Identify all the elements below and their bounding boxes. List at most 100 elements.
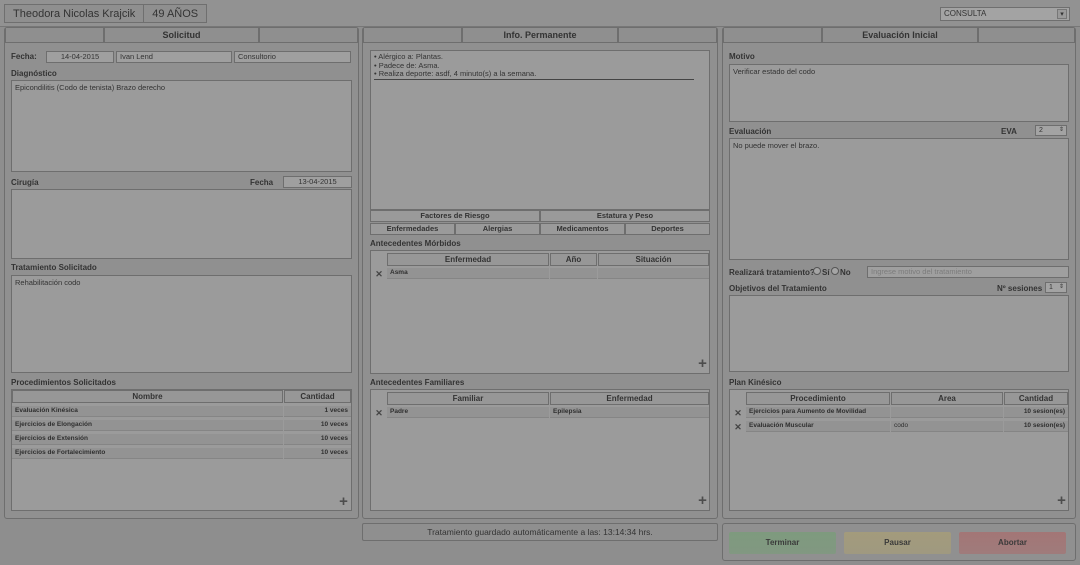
tab-info-permanente[interactable]: Info. Permanente	[462, 28, 618, 43]
evaluacion-label: Evaluación	[729, 127, 772, 136]
tab-solicitud[interactable]: Solicitud	[104, 28, 259, 43]
tab-alergias[interactable]: Alergias	[455, 223, 540, 235]
cirugia-label: Cirugía	[11, 178, 39, 187]
patient-name: Theodora Nicolas Krajcik	[13, 7, 136, 20]
patient-header: Theodora Nicolas Krajcik 49 AÑOS	[4, 4, 208, 23]
evaluacion-textarea[interactable]: No puede mover el brazo.	[729, 138, 1069, 260]
tratamiento-textarea[interactable]: Rehabilitación codo	[11, 275, 352, 373]
objetivos-label: Objetivos del Tratamiento	[729, 284, 827, 293]
table-cell-enfermedad[interactable]: Epilepsia	[550, 407, 709, 418]
autosave-status: Tratamiento guardado automáticamente a l…	[362, 523, 718, 541]
diagnostico-text: Epicondilitis (Codo de tenista) Brazo de…	[15, 83, 166, 92]
solicitud-panel: Solicitud Fecha: 14-04-2015 Ivan Lend Co…	[4, 27, 359, 519]
familiares-label: Antecedentes Familiares	[370, 378, 465, 387]
tab-factores-riesgo[interactable]: Factores de Riesgo	[370, 210, 540, 222]
evaluacion-text: No puede mover el brazo.	[733, 141, 820, 150]
objetivos-textarea[interactable]	[729, 295, 1069, 372]
delete-icon[interactable]: ✕	[375, 270, 383, 279]
table-cell-cantidad[interactable]: 10 sesion(es)	[1004, 421, 1068, 432]
cirugia-textarea[interactable]	[11, 189, 352, 259]
tratamiento-text: Rehabilitación codo	[15, 278, 81, 287]
tab-medicamentos[interactable]: Medicamentos	[540, 223, 625, 235]
table-row[interactable]: Padre	[387, 407, 549, 418]
lugar-field[interactable]: Consultorio	[234, 51, 351, 63]
tab-spacer-left	[723, 28, 822, 43]
tab-spacer-left	[363, 28, 462, 43]
col-anio: Año	[550, 253, 597, 266]
table-row[interactable]: Ejercicios de Fortalecimiento	[12, 448, 283, 459]
procedimientos-label: Procedimientos Solicitados	[11, 378, 116, 387]
morbidos-table: Enfermedad Año Situación ✕ Asma +	[370, 250, 710, 374]
table-row[interactable]: Ejercicios para Aumento de Movilidad	[746, 407, 890, 418]
tab-spacer-right	[259, 28, 358, 43]
table-row[interactable]: Evaluación Muscular	[746, 421, 890, 432]
add-morbido-icon[interactable]: +	[697, 356, 708, 371]
col-area: Area	[891, 392, 1003, 405]
table-row[interactable]: Ejercicios de Extensión	[12, 434, 283, 445]
tab-spacer-left	[5, 28, 104, 43]
sesiones-label: Nº sesiones	[997, 284, 1043, 293]
col-enfermedad: Enfermedad	[387, 253, 549, 266]
mode-select[interactable]: CONSULTA ▾	[940, 7, 1070, 21]
radio-si[interactable]	[813, 267, 821, 275]
col-cantidad: Cantidad	[1004, 392, 1068, 405]
eva-label: EVA	[1001, 127, 1017, 136]
info-line: • Realiza deporte: asdf, 4 minuto(s) a l…	[374, 69, 694, 80]
chevron-down-icon: ▾	[1057, 9, 1067, 19]
sesiones-stepper[interactable]: 1 ⇕	[1045, 282, 1067, 293]
col-enfermedad-fam: Enfermedad	[550, 392, 709, 405]
familiares-table: Familiar Enfermedad ✕ Padre Epilepsia +	[370, 389, 710, 511]
realizara-label: Realizará tratamiento?	[729, 268, 815, 277]
terminar-button[interactable]: Terminar	[729, 532, 836, 554]
pausar-button[interactable]: Pausar	[844, 532, 951, 554]
plan-table: Procedimiento Area Cantidad ✕ Ejercicios…	[729, 389, 1069, 511]
table-row[interactable]: Ejercicios de Elongación	[12, 420, 283, 431]
col-situacion: Situación	[598, 253, 709, 266]
add-familiar-icon[interactable]: +	[697, 493, 708, 508]
info-panel: Info. Permanente • Alérgico a: Plantas. …	[362, 27, 718, 519]
diagnostico-textarea[interactable]: Epicondilitis (Codo de tenista) Brazo de…	[11, 80, 352, 172]
table-cell-area[interactable]	[891, 407, 1003, 418]
cirugia-fecha-label: Fecha	[250, 178, 274, 187]
table-cell-cantidad[interactable]: 10 veces	[284, 434, 351, 445]
tab-spacer-right	[618, 28, 717, 43]
motivo-tratamiento-input[interactable]: Ingrese motivo del tratamiento	[867, 266, 1069, 278]
add-plan-icon[interactable]: +	[1056, 493, 1067, 508]
plan-label: Plan Kinésico	[729, 378, 782, 387]
table-cell-cantidad[interactable]: 10 veces	[284, 420, 351, 431]
tab-spacer-right	[978, 28, 1075, 43]
evaluacion-panel: Evaluación Inicial Motivo Verificar esta…	[722, 27, 1076, 519]
radio-no[interactable]	[831, 267, 839, 275]
table-row[interactable]: Asma	[387, 268, 549, 279]
morbidos-label: Antecedentes Mórbidos	[370, 239, 461, 248]
tab-evaluacion-inicial[interactable]: Evaluación Inicial	[822, 28, 978, 43]
eva-stepper[interactable]: 2 ⇕	[1035, 125, 1067, 136]
delete-icon[interactable]: ✕	[734, 409, 742, 418]
info-permanente-box: • Alérgico a: Plantas. • Padece de: Asma…	[370, 50, 710, 210]
tab-deportes[interactable]: Deportes	[625, 223, 710, 235]
add-procedimiento-icon[interactable]: +	[338, 494, 349, 509]
table-cell-cantidad[interactable]: 10 sesion(es)	[1004, 407, 1068, 418]
table-cell-situacion[interactable]	[598, 268, 709, 279]
tab-estatura-peso[interactable]: Estatura y Peso	[540, 210, 710, 222]
tratamiento-label: Tratamiento Solicitado	[11, 263, 97, 272]
motivo-textarea[interactable]: Verificar estado del codo	[729, 64, 1069, 122]
doctor-field[interactable]: Ivan Lend	[116, 51, 232, 63]
table-cell-anio[interactable]	[550, 268, 597, 279]
col-cantidad: Cantidad	[284, 390, 351, 403]
table-cell-cantidad[interactable]: 10 veces	[284, 448, 351, 459]
fecha-field[interactable]: 14-04-2015	[46, 51, 114, 63]
delete-icon[interactable]: ✕	[734, 423, 742, 432]
no-label: No	[840, 268, 851, 277]
cirugia-fecha-field[interactable]: 13-04-2015	[283, 176, 352, 188]
si-label: Sí	[822, 268, 830, 277]
col-nombre: Nombre	[12, 390, 283, 403]
col-procedimiento: Procedimiento	[746, 392, 890, 405]
tab-enfermedades[interactable]: Enfermedades	[370, 223, 455, 235]
table-row[interactable]: Evaluación Kinésica	[12, 406, 283, 417]
abortar-button[interactable]: Abortar	[959, 532, 1066, 554]
col-familiar: Familiar	[387, 392, 549, 405]
table-cell-area[interactable]: codo	[891, 421, 1003, 432]
table-cell-cantidad[interactable]: 1 veces	[284, 406, 351, 417]
delete-icon[interactable]: ✕	[375, 409, 383, 418]
